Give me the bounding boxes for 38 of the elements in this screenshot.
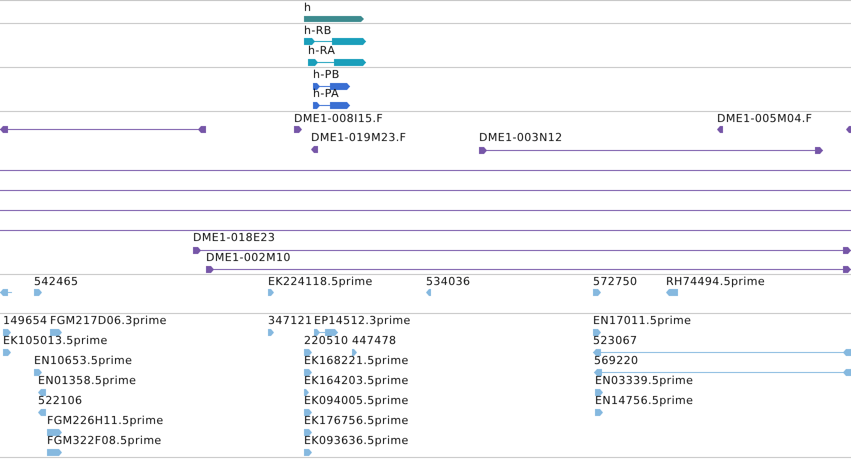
feature-label: EP14512.3prime [314, 314, 411, 328]
feature-label: h-PA [313, 87, 339, 101]
feature-label: 534036 [426, 275, 470, 289]
feature-label: 149654 [3, 314, 48, 328]
feature-label: 522106 [38, 394, 82, 408]
feature-label: FGM226H11.5prime [47, 414, 164, 428]
feature-label: 542465 [34, 275, 78, 289]
feature-label: 447478 [352, 334, 396, 348]
feature-label: DME1-002M10 [206, 251, 291, 265]
feature-label: FGM217D06.3prime [50, 314, 167, 328]
feature-label: EK176756.5prime [304, 414, 409, 428]
feature-label: EN14756.5prime [595, 394, 694, 408]
feature-label: h [304, 1, 312, 15]
feature-label: h-RB [304, 24, 332, 38]
feature-label: EK105013.5prime [3, 334, 108, 348]
feature-label: DME1-003N12 [479, 131, 563, 145]
feature-label: DME1-008I15.F [294, 112, 384, 126]
feature-label: 572750 [593, 275, 638, 289]
feature-label: EN10653.5prime [34, 354, 132, 368]
feature-label: 523067 [593, 334, 638, 348]
feature-label: DME1-019M23.F [311, 131, 406, 145]
feature-label: EN01358.5prime [38, 374, 136, 388]
feature-label: EK164203.5prime [304, 374, 409, 388]
feature-label: EK093636.5prime [304, 434, 409, 448]
feature-label: DME1-005M04.F [717, 112, 812, 126]
feature-label: EK094005.5prime [304, 394, 409, 408]
feature-label: FGM322F08.5prime [47, 434, 162, 448]
feature-label: 220510 [304, 334, 348, 348]
feature-label: RH74494.5prime [666, 275, 766, 289]
feature-label: EK224118.5prime [268, 275, 373, 289]
feature-label: h-RA [308, 44, 336, 58]
feature-label: h-PB [313, 68, 340, 82]
feature-label: 569220 [594, 354, 638, 368]
feature-label: EK168221.5prime [304, 354, 409, 368]
feature-label: 347121 [268, 314, 312, 328]
feature-label: DME1-018E23 [193, 231, 276, 245]
feature-label: EN03339.5prime [595, 374, 694, 388]
feature-label: EN17011.5prime [593, 314, 692, 328]
